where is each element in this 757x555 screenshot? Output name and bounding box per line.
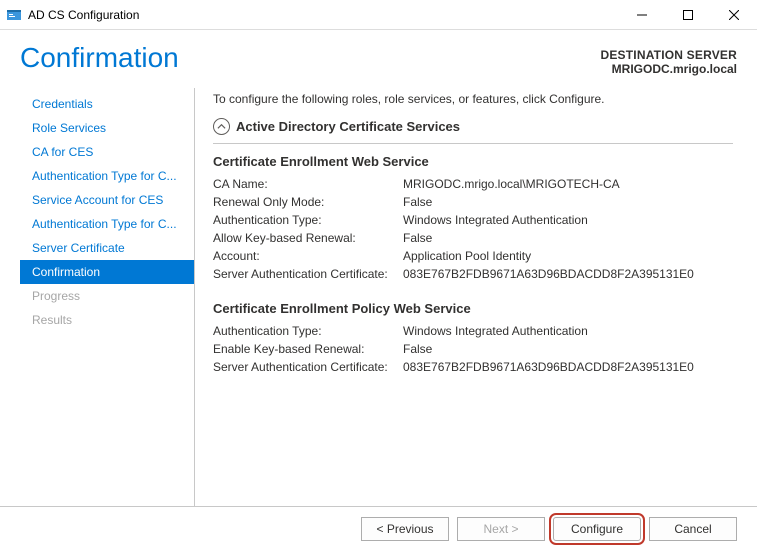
sections-container: Certificate Enrollment Web Service CA Nam… — [213, 154, 733, 376]
kv-value: Application Pool Identity — [403, 249, 733, 263]
sidebar-item-3[interactable]: Authentication Type for C... — [20, 164, 194, 188]
kv-row: CA Name:MRIGODC.mrigo.local\MRIGOTECH-CA — [213, 175, 733, 193]
chevron-up-icon — [213, 118, 230, 135]
group-header[interactable]: Active Directory Certificate Services — [213, 118, 733, 144]
sidebar-item-1[interactable]: Role Services — [20, 116, 194, 140]
kv-key: Server Authentication Certificate: — [213, 360, 403, 374]
destination-name: MRIGODC.mrigo.local — [600, 62, 737, 76]
kv-row: Server Authentication Certificate:083E76… — [213, 265, 733, 283]
sidebar-item-2[interactable]: CA for CES — [20, 140, 194, 164]
kv-value: MRIGODC.mrigo.local\MRIGOTECH-CA — [403, 177, 733, 191]
kv-key: Allow Key-based Renewal: — [213, 231, 403, 245]
kv-value: 083E767B2FDB9671A63D96BDACDD8F2A395131E0 — [403, 360, 733, 374]
kv-value: False — [403, 231, 733, 245]
kv-value: 083E767B2FDB9671A63D96BDACDD8F2A395131E0 — [403, 267, 733, 281]
close-button[interactable] — [711, 0, 757, 30]
kv-value: False — [403, 195, 733, 209]
kv-row: Server Authentication Certificate:083E76… — [213, 358, 733, 376]
previous-button[interactable]: < Previous — [361, 517, 449, 541]
sidebar-item-0[interactable]: Credentials — [20, 92, 194, 116]
intro-text: To configure the following roles, role s… — [213, 92, 733, 106]
kv-key: CA Name: — [213, 177, 403, 191]
kv-row: Enable Key-based Renewal:False — [213, 340, 733, 358]
kv-row: Renewal Only Mode:False — [213, 193, 733, 211]
sidebar-item-5[interactable]: Authentication Type for C... — [20, 212, 194, 236]
configure-button[interactable]: Configure — [553, 517, 641, 541]
sidebar-item-9: Results — [20, 308, 194, 332]
section-1: Certificate Enrollment Policy Web Servic… — [213, 301, 733, 376]
section-title: Certificate Enrollment Web Service — [213, 154, 733, 169]
sidebar-item-6[interactable]: Server Certificate — [20, 236, 194, 260]
section-0: Certificate Enrollment Web Service CA Nam… — [213, 154, 733, 283]
section-title: Certificate Enrollment Policy Web Servic… — [213, 301, 733, 316]
maximize-button[interactable] — [665, 0, 711, 30]
cancel-button[interactable]: Cancel — [649, 517, 737, 541]
next-button: Next > — [457, 517, 545, 541]
window-controls — [619, 0, 757, 30]
destination-label: DESTINATION SERVER — [600, 48, 737, 62]
body-row: CredentialsRole ServicesCA for CESAuthen… — [20, 88, 737, 506]
sidebar-item-7[interactable]: Confirmation — [20, 260, 194, 284]
kv-value: Windows Integrated Authentication — [403, 213, 733, 227]
footer: < Previous Next > Configure Cancel — [0, 506, 757, 555]
kv-row: Authentication Type:Windows Integrated A… — [213, 322, 733, 340]
kv-key: Authentication Type: — [213, 213, 403, 227]
titlebar: AD CS Configuration — [0, 0, 757, 30]
kv-key: Renewal Only Mode: — [213, 195, 403, 209]
kv-row: Authentication Type:Windows Integrated A… — [213, 211, 733, 229]
header-row: Confirmation DESTINATION SERVER MRIGODC.… — [20, 42, 737, 76]
group-title: Active Directory Certificate Services — [236, 119, 460, 134]
kv-value: Windows Integrated Authentication — [403, 324, 733, 338]
sidebar-item-8: Progress — [20, 284, 194, 308]
kv-key: Authentication Type: — [213, 324, 403, 338]
kv-row: Account:Application Pool Identity — [213, 247, 733, 265]
kv-key: Enable Key-based Renewal: — [213, 342, 403, 356]
minimize-button[interactable] — [619, 0, 665, 30]
kv-row: Allow Key-based Renewal:False — [213, 229, 733, 247]
app-icon — [6, 7, 22, 23]
kv-key: Account: — [213, 249, 403, 263]
sidebar-item-4[interactable]: Service Account for CES — [20, 188, 194, 212]
main-panel: To configure the following roles, role s… — [195, 88, 737, 506]
content-area: Confirmation DESTINATION SERVER MRIGODC.… — [0, 30, 757, 506]
kv-value: False — [403, 342, 733, 356]
window-title: AD CS Configuration — [28, 8, 139, 22]
sidebar: CredentialsRole ServicesCA for CESAuthen… — [20, 88, 195, 506]
destination-info: DESTINATION SERVER MRIGODC.mrigo.local — [600, 48, 737, 76]
kv-key: Server Authentication Certificate: — [213, 267, 403, 281]
page-title: Confirmation — [20, 42, 600, 74]
